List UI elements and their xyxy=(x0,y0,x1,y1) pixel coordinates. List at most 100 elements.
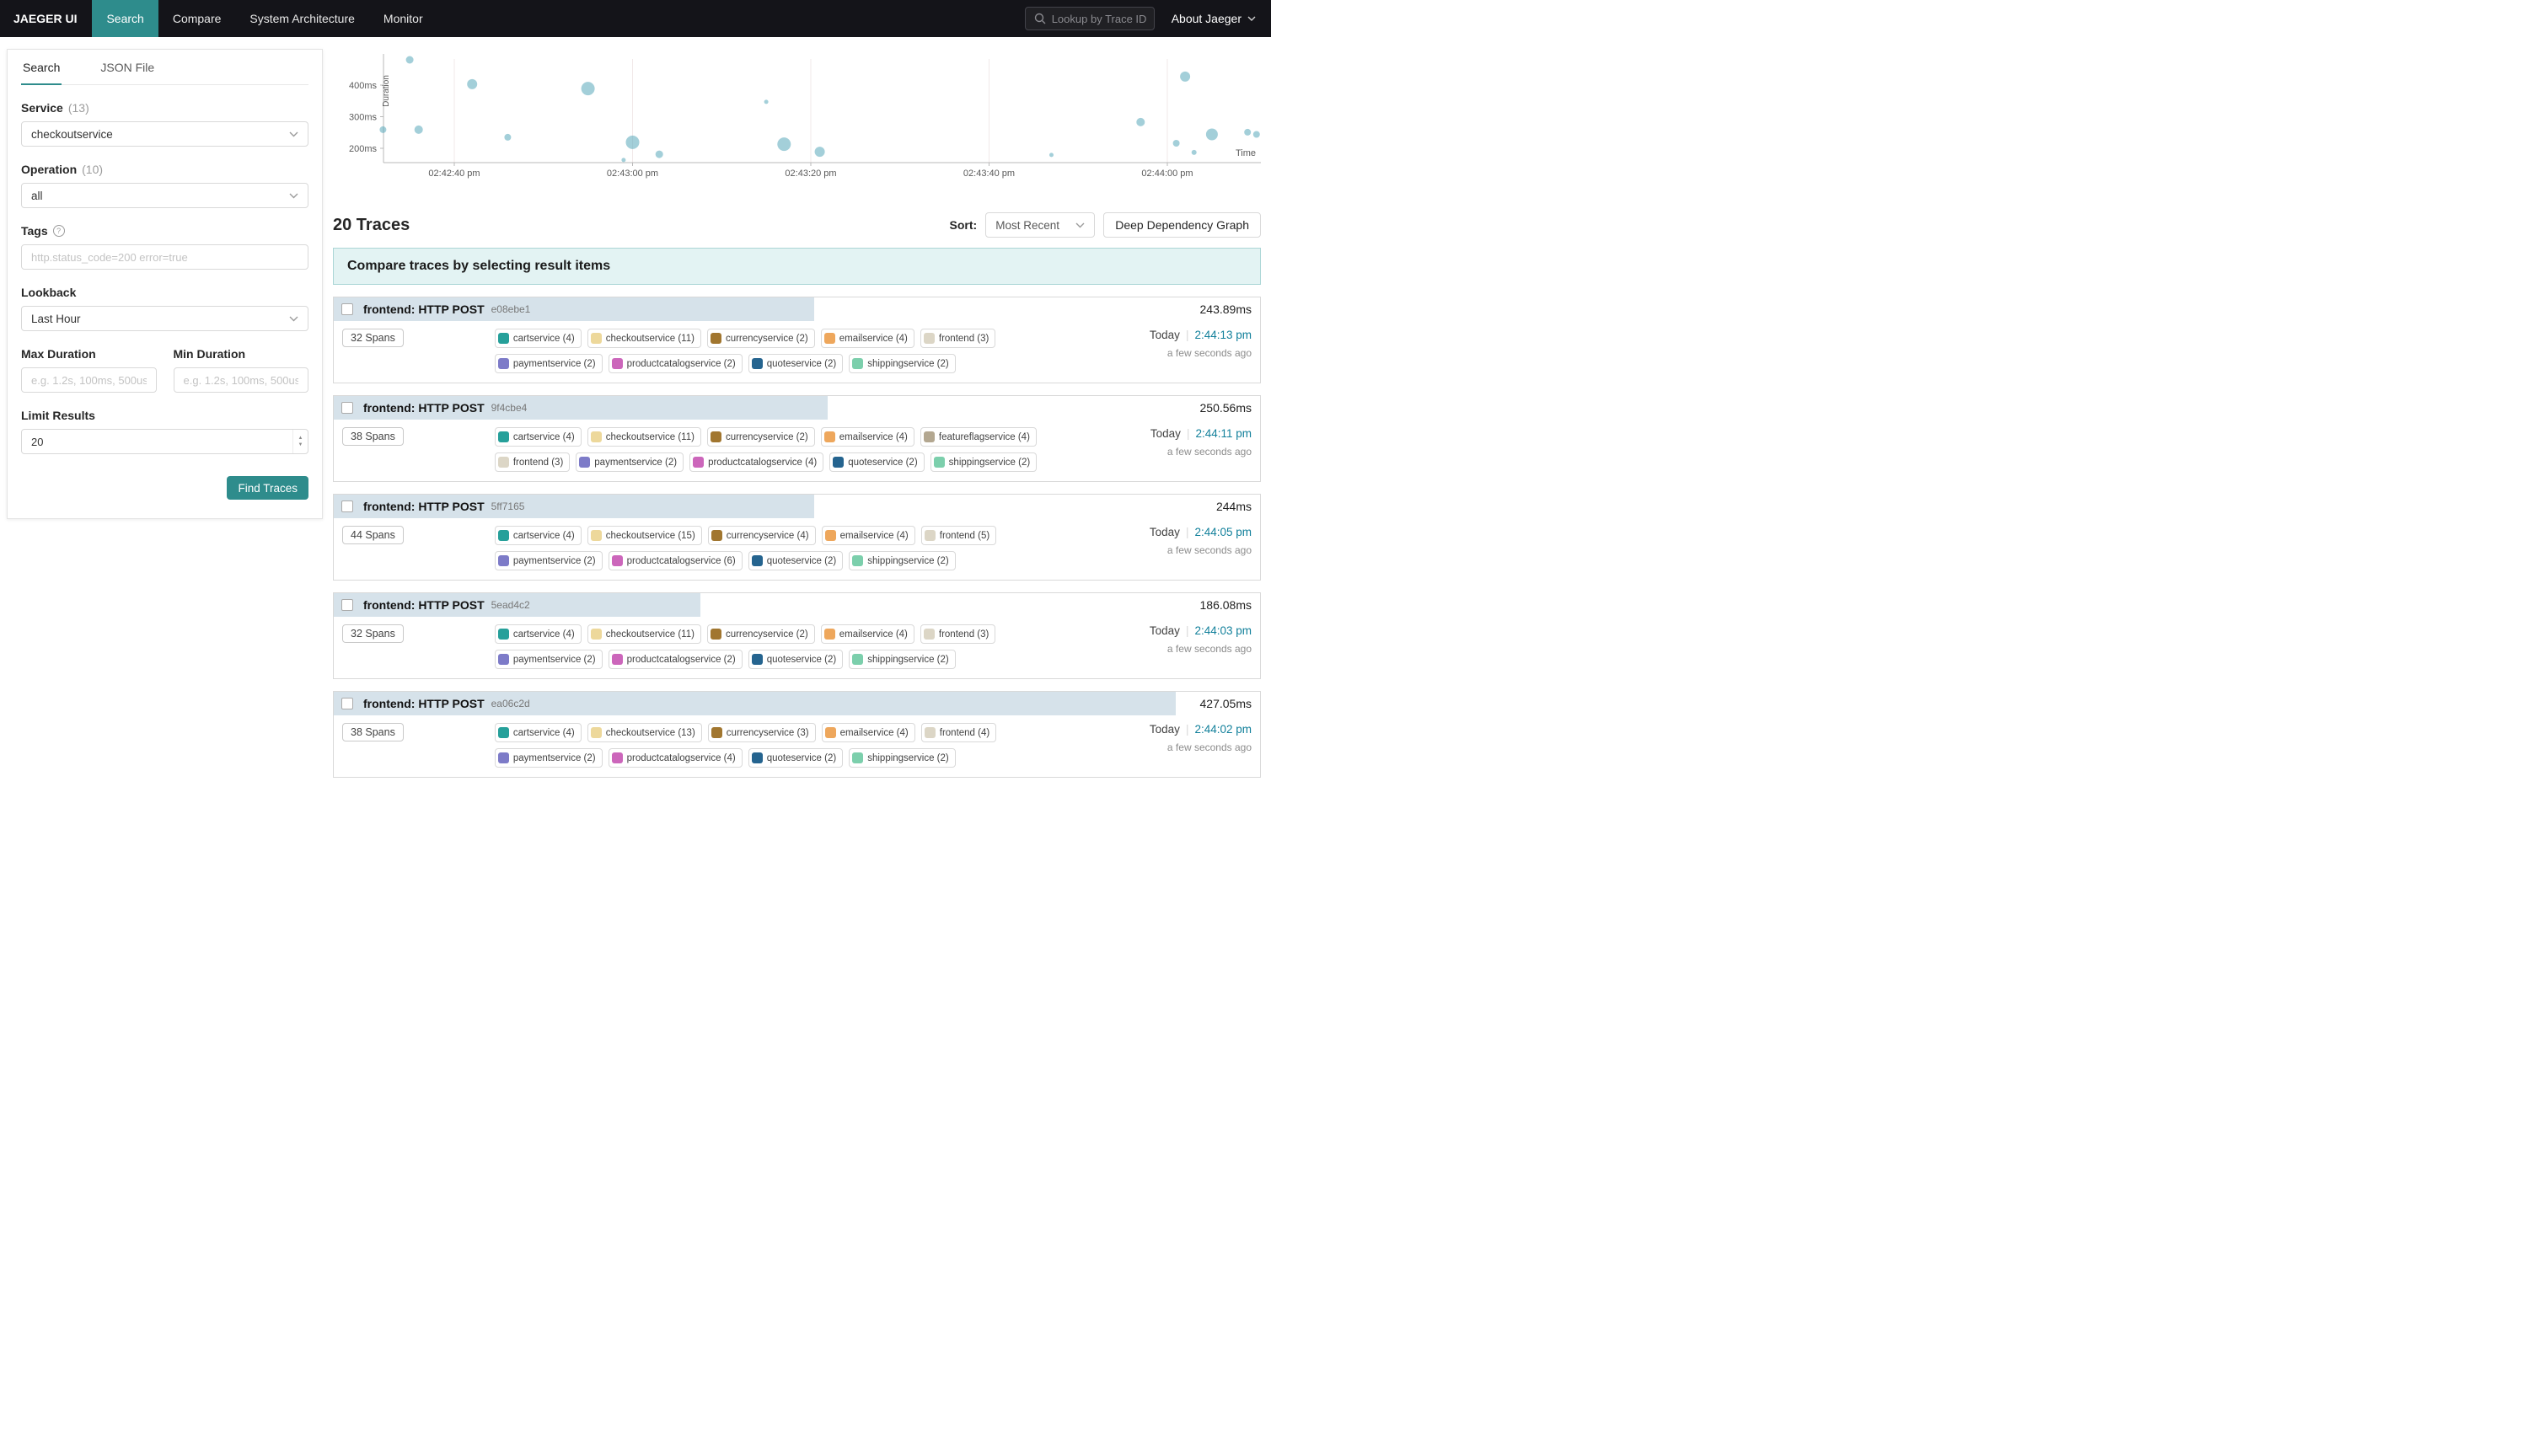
service-chip-label: currencyservice (3) xyxy=(727,728,809,738)
trace-count-title: 20 Traces xyxy=(333,216,410,235)
scatter-point[interactable] xyxy=(1180,72,1190,82)
nav-item-compare[interactable]: Compare xyxy=(158,0,236,37)
lookback-select[interactable]: Last Hour xyxy=(21,306,308,331)
sidebar-tab-json-file[interactable]: JSON File xyxy=(99,50,156,85)
service-color-swatch xyxy=(924,333,935,344)
service-color-swatch xyxy=(711,727,722,738)
scatter-point[interactable] xyxy=(406,56,414,64)
trace-card[interactable]: frontend: HTTP POST9f4cbe4250.56ms 38 Spa… xyxy=(333,395,1261,482)
service-color-swatch xyxy=(711,333,721,344)
operation-select[interactable]: all xyxy=(21,183,308,208)
scatter-point[interactable] xyxy=(467,79,477,89)
span-count-badge: 38 Spans xyxy=(342,427,404,446)
scatter-point[interactable] xyxy=(626,136,640,149)
max-duration-input[interactable] xyxy=(21,367,157,393)
service-color-swatch xyxy=(925,727,936,738)
service-chip-label: featureflagservice (4) xyxy=(939,432,1030,442)
service-color-swatch xyxy=(591,727,602,738)
scatter-point[interactable] xyxy=(1049,153,1054,157)
nav-right: About Jaeger xyxy=(1025,0,1271,37)
nav-item-search[interactable]: Search xyxy=(92,0,158,37)
deep-dependency-graph-button[interactable]: Deep Dependency Graph xyxy=(1103,212,1261,238)
sidebar-tab-search[interactable]: Search xyxy=(21,50,62,85)
service-color-swatch xyxy=(852,654,863,665)
results-header: 20 Traces Sort: Most Recent Deep Depende… xyxy=(333,212,1261,238)
trace-select-checkbox[interactable] xyxy=(341,402,353,414)
scatter-point[interactable] xyxy=(582,82,595,95)
scatter-point[interactable] xyxy=(1206,129,1218,141)
scatter-point[interactable] xyxy=(621,158,625,162)
trace-title: frontend: HTTP POST xyxy=(363,697,485,710)
service-chip-label: frontend (3) xyxy=(939,334,989,344)
service-chip: currencyservice (2) xyxy=(707,329,815,348)
scatter-point[interactable] xyxy=(1253,131,1260,138)
trace-select-checkbox[interactable] xyxy=(341,303,353,315)
service-color-swatch xyxy=(833,457,844,468)
date-time-separator: | xyxy=(1186,329,1189,341)
scatter-point[interactable] xyxy=(777,137,791,151)
trace-select-checkbox[interactable] xyxy=(341,698,353,709)
trace-select-checkbox[interactable] xyxy=(341,500,353,512)
nav-item-monitor[interactable]: Monitor xyxy=(369,0,437,37)
scatter-point[interactable] xyxy=(1244,129,1251,136)
trace-card[interactable]: frontend: HTTP POST5ead4c2186.08ms32 Spa… xyxy=(333,592,1261,679)
service-color-swatch xyxy=(824,431,835,442)
sort-select[interactable]: Most Recent xyxy=(985,212,1095,238)
x-axis-tick-label: 02:43:00 pm xyxy=(607,169,658,179)
service-chip-label: frontend (5) xyxy=(940,531,989,541)
service-chips: cartservice (4)checkoutservice (11)curre… xyxy=(495,427,1107,472)
service-color-swatch xyxy=(824,629,835,640)
service-select[interactable]: checkoutservice xyxy=(21,121,308,147)
search-sidebar: SearchJSON File Service (13) checkoutser… xyxy=(7,49,323,519)
service-chip: shippingservice (2) xyxy=(849,748,956,768)
number-stepper[interactable]: ▲▼ xyxy=(292,430,308,453)
scatter-point[interactable] xyxy=(1192,150,1197,155)
nav-item-system-architecture[interactable]: System Architecture xyxy=(235,0,369,37)
about-jaeger-menu[interactable]: About Jaeger xyxy=(1172,12,1256,25)
trace-card[interactable]: frontend: HTTP POST5ff7165244ms44 Spansc… xyxy=(333,494,1261,581)
trace-lookup-input[interactable] xyxy=(1052,13,1146,25)
scatter-point[interactable] xyxy=(415,126,423,134)
service-chip: frontend (3) xyxy=(495,452,570,472)
trace-card-header[interactable]: frontend: HTTP POST9f4cbe4250.56ms xyxy=(334,396,1260,420)
trace-select-checkbox[interactable] xyxy=(341,599,353,611)
min-duration-label: Min Duration xyxy=(174,347,309,361)
service-chips: cartservice (4)checkoutservice (15)curre… xyxy=(495,526,1107,570)
scatter-point[interactable] xyxy=(379,126,386,133)
service-chip: paymentservice (2) xyxy=(495,551,603,570)
service-color-swatch xyxy=(825,727,836,738)
service-chip-label: paymentservice (2) xyxy=(513,753,596,763)
limit-results-field: ▲▼ xyxy=(21,429,308,454)
stepper-up-icon[interactable]: ▲ xyxy=(298,436,303,442)
chevron-down-icon xyxy=(1075,222,1085,228)
scatter-point[interactable] xyxy=(815,147,825,157)
find-traces-button[interactable]: Find Traces xyxy=(227,476,308,500)
service-color-swatch xyxy=(852,358,863,369)
trace-duration: 250.56ms xyxy=(1200,401,1260,415)
min-duration-input[interactable] xyxy=(174,367,309,393)
trace-card-header[interactable]: frontend: HTTP POST5ead4c2186.08ms xyxy=(334,593,1260,617)
trace-card[interactable]: frontend: HTTP POSTea06c2d427.05ms38 Spa… xyxy=(333,691,1261,778)
service-chip: frontend (5) xyxy=(921,526,996,545)
app-logo[interactable]: JAEGER UI xyxy=(0,0,92,37)
limit-results-input[interactable] xyxy=(21,429,308,454)
service-chip-label: checkoutservice (11) xyxy=(606,334,694,344)
help-icon[interactable]: ? xyxy=(53,225,65,237)
trace-card-header[interactable]: frontend: HTTP POST5ff7165244ms xyxy=(334,495,1260,518)
scatter-point[interactable] xyxy=(1136,118,1145,126)
scatter-chart: 02:42:40 pm02:43:00 pm02:43:20 pm02:43:4… xyxy=(333,49,1261,194)
service-color-swatch xyxy=(934,457,945,468)
service-chip-label: cartservice (4) xyxy=(513,629,575,640)
stepper-down-icon[interactable]: ▼ xyxy=(298,442,303,448)
tags-input[interactable] xyxy=(21,244,308,270)
scatter-point[interactable] xyxy=(504,134,511,141)
scatter-point[interactable] xyxy=(764,99,769,104)
limit-results-label: Limit Results xyxy=(21,409,308,422)
scatter-point[interactable] xyxy=(656,151,663,158)
trace-card-header[interactable]: frontend: HTTP POSTea06c2d427.05ms xyxy=(334,692,1260,715)
scatter-point[interactable] xyxy=(1173,140,1180,147)
service-color-swatch xyxy=(711,431,721,442)
trace-card[interactable]: frontend: HTTP POSTe08ebe1243.89ms32 Spa… xyxy=(333,297,1261,383)
min-duration-field xyxy=(174,367,309,393)
trace-card-header[interactable]: frontend: HTTP POSTe08ebe1243.89ms xyxy=(334,297,1260,321)
